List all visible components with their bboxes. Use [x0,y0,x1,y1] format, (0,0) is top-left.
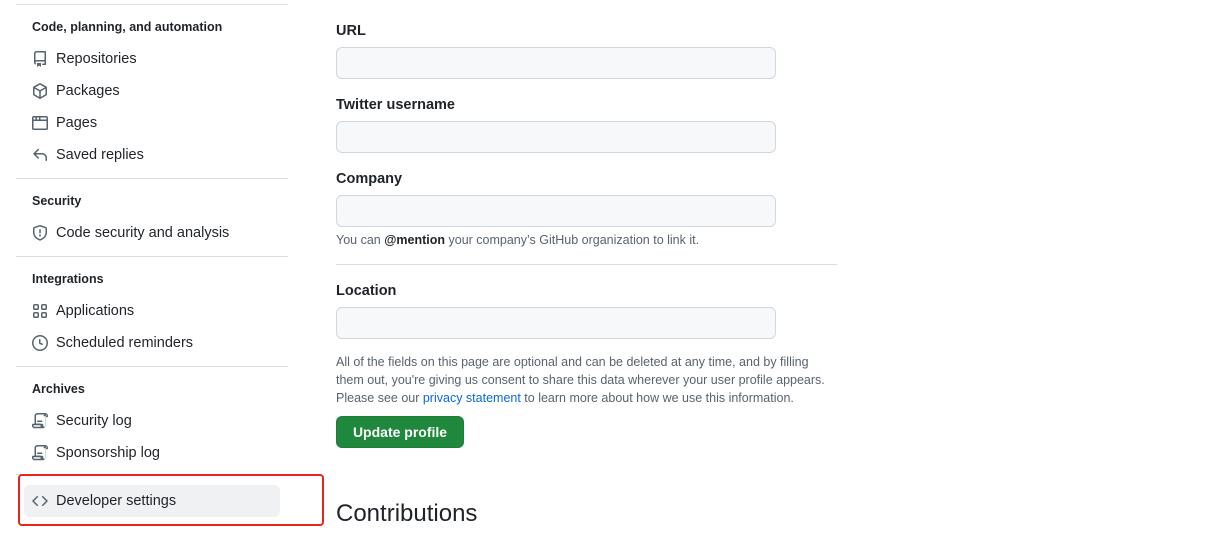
sidebar-divider [16,366,288,367]
disclaimer-line-2: them out, you're giving us consent to sh… [336,373,825,387]
location-field[interactable] [336,307,776,339]
company-note-mention: @mention [384,233,446,247]
twitter-username-field[interactable] [336,121,776,153]
log-icon [32,413,48,429]
sidebar-item-sponsorship-log[interactable]: Sponsorship log [24,437,280,469]
privacy-statement-link[interactable]: privacy statement [423,391,521,405]
sidebar-item-security-log[interactable]: Security log [24,405,280,437]
sidebar-item-applications[interactable]: Applications [24,295,280,327]
sidebar-divider [16,178,288,179]
sidebar-item-code-security[interactable]: Code security and analysis [24,217,280,249]
sidebar-item-pages[interactable]: Pages [24,107,280,139]
section-title-code-planning: Code, planning, and automation [32,20,223,34]
location-label: Location [336,283,397,299]
browser-icon [32,115,48,131]
twitter-username-label: Twitter username [336,97,455,113]
package-icon [32,83,48,99]
disclaimer-line-3: Please see our privacy statement to lear… [336,389,794,407]
url-field[interactable] [336,47,776,79]
sidebar-item-scheduled-reminders[interactable]: Scheduled reminders [24,327,280,359]
sidebar-item-label: Saved replies [56,147,144,163]
sidebar-item-label: Sponsorship log [56,445,160,461]
company-note: You can @mention your company’s GitHub o… [336,231,699,249]
apps-icon [32,303,48,319]
disclaimer-line-1: All of the fields on this page are optio… [336,355,809,369]
sidebar-item-label: Security log [56,413,132,429]
shield-icon [32,225,48,241]
highlight-annotation-box [18,474,324,526]
sidebar-item-label: Applications [56,303,135,319]
sidebar-item-packages[interactable]: Packages [24,75,280,107]
sidebar-item-label: Scheduled reminders [56,335,194,351]
section-title-archives: Archives [32,382,85,396]
company-note-prefix: You can [336,233,385,247]
disclaimer-prefix: Please see our [336,391,423,405]
sidebar-item-label: Code security and analysis [56,225,230,241]
update-profile-button[interactable]: Update profile [336,416,464,448]
disclaimer-suffix: to learn more about how we use this info… [520,391,794,405]
log-icon [32,445,48,461]
sidebar-item-label: Pages [56,115,98,131]
company-note-suffix: your company’s GitHub organization to li… [445,233,700,247]
company-label: Company [336,171,403,187]
reply-icon [32,147,48,163]
sidebar-item-label: Repositories [56,51,137,67]
sidebar-item-label: Packages [56,83,120,99]
contributions-heading: Contributions [336,500,478,527]
form-divider [336,264,837,265]
repo-icon [32,51,48,67]
section-title-security: Security [32,194,82,208]
section-title-integrations: Integrations [32,272,104,286]
sidebar-item-saved-replies[interactable]: Saved replies [24,139,280,171]
url-label: URL [336,23,366,39]
clock-icon [32,335,48,351]
company-field[interactable] [336,195,776,227]
sidebar-divider-top [16,4,288,5]
sidebar-divider [16,256,288,257]
sidebar-item-repositories[interactable]: Repositories [24,43,280,75]
